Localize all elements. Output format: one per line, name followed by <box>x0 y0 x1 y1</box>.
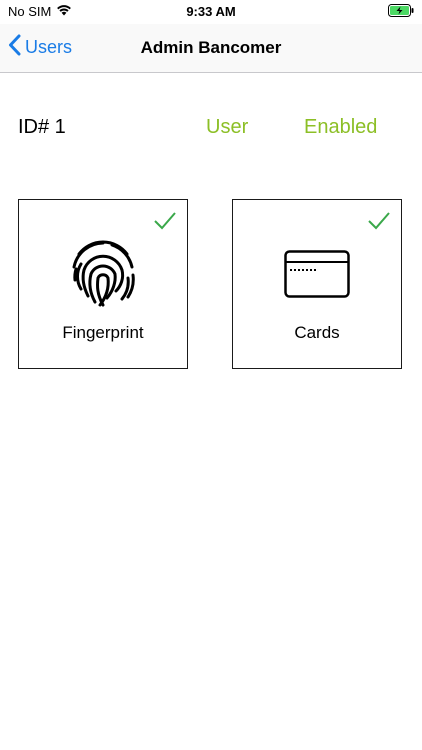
status-time: 9:33 AM <box>186 4 236 19</box>
checkmark-icon <box>153 210 177 232</box>
card-icon <box>284 250 350 303</box>
page-title: Admin Bancomer <box>140 38 282 57</box>
user-id: ID# 1 <box>18 116 66 138</box>
user-role: User <box>206 116 249 138</box>
cards-tile[interactable]: Cards <box>232 199 402 369</box>
user-info-row: ID# 1 User Enabled <box>0 116 422 142</box>
status-bar: No SIM 9:33 AM <box>0 0 422 24</box>
navigation-bar: Users Admin Bancomer <box>0 24 422 73</box>
cards-label: Cards <box>294 323 340 342</box>
checkmark-icon <box>367 210 391 232</box>
user-status: Enabled <box>304 116 378 138</box>
fingerprint-label: Fingerprint <box>62 323 144 342</box>
battery-charging-icon <box>388 4 414 22</box>
fingerprint-tile[interactable]: Fingerprint <box>18 199 188 369</box>
fingerprint-icon <box>66 236 140 315</box>
